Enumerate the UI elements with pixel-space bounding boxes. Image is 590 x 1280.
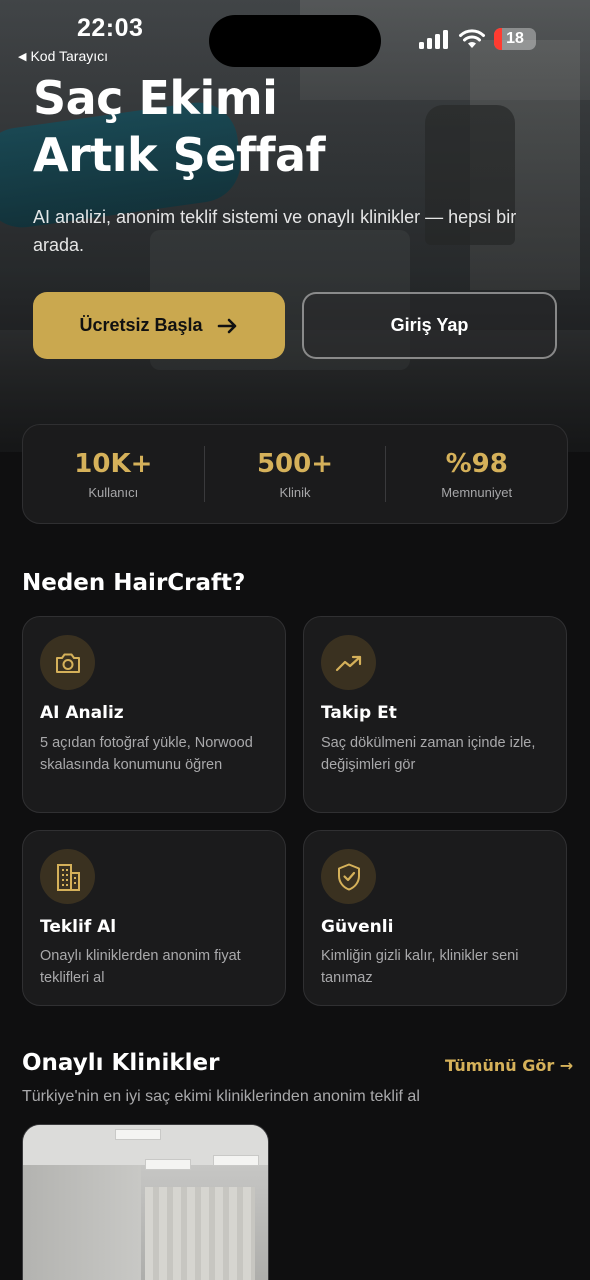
battery-level: 18 bbox=[506, 30, 524, 47]
stat-label: Memnuniyet bbox=[441, 484, 513, 500]
feature-title: Teklif Al bbox=[40, 917, 117, 937]
hero-title-line1: Saç Ekimi bbox=[33, 71, 278, 125]
back-link-label: Kod Tarayıcı bbox=[30, 48, 109, 64]
start-free-label: Ücretsiz Başla bbox=[79, 315, 203, 335]
stat-users: 10K+ Kullanıcı bbox=[23, 446, 204, 502]
see-all-clinics-link[interactable]: Tümünü Gör → bbox=[445, 1056, 573, 1075]
stat-satisfaction: %98 Memnuniyet bbox=[385, 446, 567, 502]
feature-card-secure[interactable]: Güvenli Kimliğin gizli kalır, klinikler … bbox=[303, 830, 567, 1006]
battery-icon: 18 bbox=[494, 28, 536, 50]
feature-title: AI Analiz bbox=[40, 703, 124, 723]
feature-description: Kimliğin gizli kalır, klinikler seni tan… bbox=[321, 948, 519, 986]
clinic-card[interactable] bbox=[22, 1124, 269, 1280]
feature-description: Onaylı kliniklerden anonim fiyat teklifl… bbox=[40, 948, 241, 986]
stats-card: 10K+ Kullanıcı 500+ Klinik %98 Memnuniye… bbox=[22, 424, 568, 524]
hero-subtitle: AI analizi, anonim teklif sistemi ve ona… bbox=[33, 207, 517, 255]
back-triangle-icon: ◀ bbox=[18, 50, 27, 63]
clinics-section-title: Onaylı Klinikler bbox=[22, 1050, 220, 1076]
dynamic-island bbox=[209, 15, 381, 67]
stat-value: 10K+ bbox=[74, 448, 153, 479]
feature-card-ai-analysis[interactable]: AI Analiz 5 açıdan fotoğraf yükle, Norwo… bbox=[22, 616, 286, 813]
clinics-subtitle: Türkiye'nin en iyi saç ekimi kliniklerin… bbox=[22, 1088, 420, 1105]
shield-check-icon bbox=[337, 863, 360, 890]
trending-up-icon bbox=[335, 655, 361, 671]
feature-icon-badge bbox=[321, 635, 376, 690]
feature-icon-badge bbox=[40, 849, 95, 904]
feature-description: 5 açıdan fotoğraf yükle, Norwood skalası… bbox=[40, 735, 253, 773]
back-to-app-link[interactable]: ◀ Kod Tarayıcı bbox=[18, 48, 108, 64]
feature-icon-badge bbox=[40, 635, 95, 690]
start-free-button[interactable]: Ücretsiz Başla bbox=[33, 292, 285, 359]
cellular-signal-icon bbox=[419, 29, 448, 49]
stat-label: Kullanıcı bbox=[88, 484, 139, 500]
stat-clinics: 500+ Klinik bbox=[203, 446, 386, 502]
login-label: Giriş Yap bbox=[390, 315, 469, 335]
camera-icon bbox=[55, 653, 80, 673]
hero-title: Saç Ekimi Artık Şeffaf bbox=[33, 70, 453, 184]
stat-value: %98 bbox=[445, 448, 508, 479]
stat-label: Klinik bbox=[279, 484, 311, 500]
building-icon bbox=[56, 863, 80, 891]
login-button[interactable]: Giriş Yap bbox=[302, 292, 557, 359]
wifi-icon bbox=[459, 29, 485, 48]
status-time: 22:03 bbox=[77, 14, 144, 42]
feature-title: Güvenli bbox=[321, 917, 394, 937]
why-section-title: Neden HairCraft? bbox=[22, 570, 246, 596]
feature-card-track[interactable]: Takip Et Saç dökülmeni zaman içinde izle… bbox=[303, 616, 567, 813]
hero-title-line2: Artık Şeffaf bbox=[33, 128, 326, 182]
feature-title: Takip Et bbox=[321, 703, 397, 723]
feature-description: Saç dökülmeni zaman içinde izle, değişim… bbox=[321, 735, 536, 773]
arrow-right-icon bbox=[217, 318, 236, 333]
stat-value: 500+ bbox=[256, 448, 334, 479]
feature-card-get-offer[interactable]: Teklif Al Onaylı kliniklerden anonim fiy… bbox=[22, 830, 286, 1006]
feature-icon-badge bbox=[321, 849, 376, 904]
